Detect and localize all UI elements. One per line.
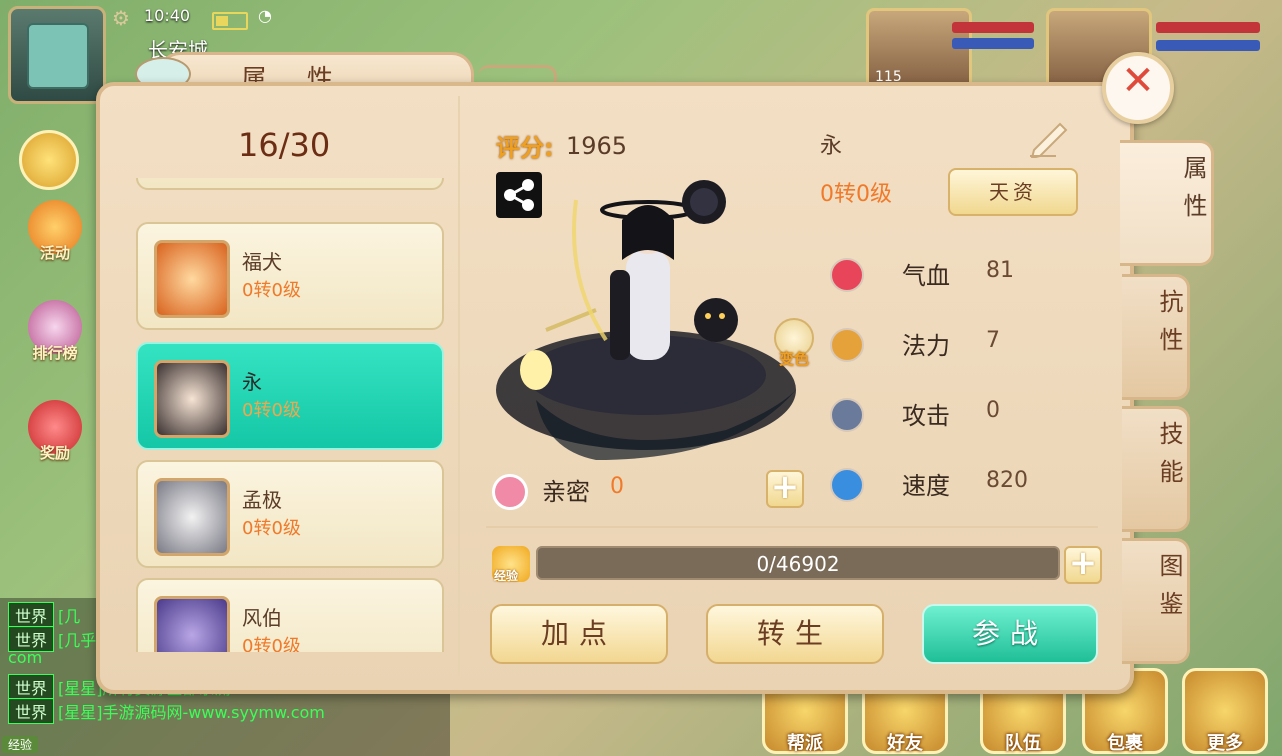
pet-name: 风伯 — [242, 606, 282, 630]
exp-text: 0/46902 — [756, 552, 840, 576]
ranking-button[interactable]: 排行榜 — [20, 300, 90, 370]
pet-name: 永 — [242, 370, 262, 394]
reward-label: 奖励 — [39, 444, 70, 462]
sword-icon — [830, 398, 864, 432]
pet-level: 0转0级 — [242, 400, 301, 421]
stat-label: 速度 — [902, 472, 950, 500]
map-scroll-icon — [27, 23, 89, 89]
pet-portrait — [154, 360, 230, 438]
pet-model-viewer[interactable] — [476, 160, 816, 480]
pet-card-partial[interactable] — [136, 178, 444, 190]
selected-pet-level: 0转0级 — [820, 182, 892, 207]
chat-line: 世界 [星星]手游源码网-www.syymw.com — [8, 698, 325, 724]
more-button[interactable]: 更多 — [1182, 668, 1268, 754]
wifi-icon: ◔ — [258, 6, 272, 25]
world-map-button[interactable] — [8, 6, 106, 104]
transform-button[interactable]: 变色 — [772, 318, 816, 368]
exp-bar: 0/46902 — [536, 546, 1060, 580]
clock-time: 10:40 — [144, 6, 191, 25]
pet-list[interactable]: 福犬 0转0级 永 0转0级 孟极 0转0级 风伯 0转0级 — [136, 178, 446, 652]
pet-name: 孟极 — [242, 488, 282, 512]
panel-divider — [458, 96, 460, 676]
close-button[interactable]: ✕ — [1102, 52, 1174, 124]
stat-label: 攻击 — [902, 402, 950, 430]
stat-row-mana: 法力 7 — [830, 326, 1080, 366]
pencil-icon — [1030, 122, 1068, 160]
score-value: 1965 — [566, 132, 628, 160]
section-divider — [486, 526, 1098, 528]
tab-skills[interactable]: 技能 — [1122, 406, 1190, 532]
stat-value: 820 — [986, 468, 1028, 493]
ranking-label: 排行榜 — [32, 344, 78, 362]
transform-label: 变色 — [778, 350, 809, 368]
pet-portrait — [154, 240, 230, 318]
stat-value: 81 — [986, 258, 1014, 283]
pet-card-fengbo[interactable]: 风伯 0转0级 — [136, 578, 444, 652]
gear-icon[interactable]: ⚙ — [112, 6, 130, 30]
intimacy-label: 亲密 — [542, 478, 590, 506]
chat-line: 世界 [几 — [8, 602, 80, 628]
collapse-menu-button[interactable] — [14, 130, 84, 200]
pet-card-fuquan[interactable]: 福犬 0转0级 — [136, 222, 444, 330]
talent-button[interactable]: 天资 — [948, 168, 1078, 216]
intimacy-value: 0 — [610, 474, 624, 499]
tab-resistance[interactable]: 抗性 — [1122, 274, 1190, 400]
heart-icon — [830, 258, 864, 292]
lightning-icon — [830, 468, 864, 502]
exp-tag: 经验 — [2, 736, 39, 753]
rebirth-button[interactable]: 转生 — [706, 604, 884, 664]
stat-row-speed: 速度 820 — [830, 466, 1080, 506]
team-member-2-hp-bar — [1156, 22, 1260, 33]
pet-portrait — [154, 596, 230, 652]
close-icon: ✕ — [1121, 58, 1155, 104]
stat-value: 7 — [986, 328, 1000, 353]
activity-label: 活动 — [39, 244, 70, 262]
chevron-down-icon — [19, 130, 79, 190]
reward-button[interactable]: 奖励 — [20, 400, 90, 470]
team-member-2-mp-bar — [1156, 40, 1260, 51]
tab-encyclopedia[interactable]: 图鉴 — [1122, 538, 1190, 664]
team-member-hp-bar — [952, 22, 1034, 33]
team-member-mp-bar — [952, 38, 1034, 49]
chat-line: com — [8, 648, 43, 667]
pet-level: 0转0级 — [242, 636, 301, 652]
tab-attributes[interactable]: 属性 — [1120, 140, 1214, 266]
stat-value: 0 — [986, 398, 1000, 423]
add-intimacy-button[interactable]: + — [766, 470, 804, 508]
battery-icon — [212, 12, 248, 30]
stat-row-attack: 攻击 0 — [830, 396, 1080, 436]
activity-button[interactable]: 活动 — [20, 200, 90, 270]
pet-model-illustration — [496, 180, 796, 460]
add-points-button[interactable]: 加点 — [490, 604, 668, 664]
mana-icon — [830, 328, 864, 362]
stat-row-hp: 气血 81 — [830, 256, 1080, 296]
pet-name: 福犬 — [242, 250, 282, 274]
rename-button[interactable] — [1026, 118, 1072, 160]
exp-icon: 经验 — [492, 546, 530, 583]
pet-count: 16/30 — [238, 126, 331, 164]
pet-card-yong[interactable]: 永 0转0级 — [136, 342, 444, 450]
stat-label: 气血 — [902, 262, 950, 290]
battle-button[interactable]: 参战 — [922, 604, 1098, 664]
add-exp-button[interactable]: + — [1064, 546, 1102, 584]
score-label: 评分: — [496, 134, 554, 162]
stat-label: 法力 — [902, 332, 950, 360]
pet-level: 0转0级 — [242, 280, 301, 301]
pet-card-mengji[interactable]: 孟极 0转0级 — [136, 460, 444, 568]
pet-portrait — [154, 478, 230, 556]
pet-level: 0转0级 — [242, 518, 301, 539]
intimacy-icon — [492, 474, 528, 510]
selected-pet-name: 永 — [820, 134, 843, 159]
